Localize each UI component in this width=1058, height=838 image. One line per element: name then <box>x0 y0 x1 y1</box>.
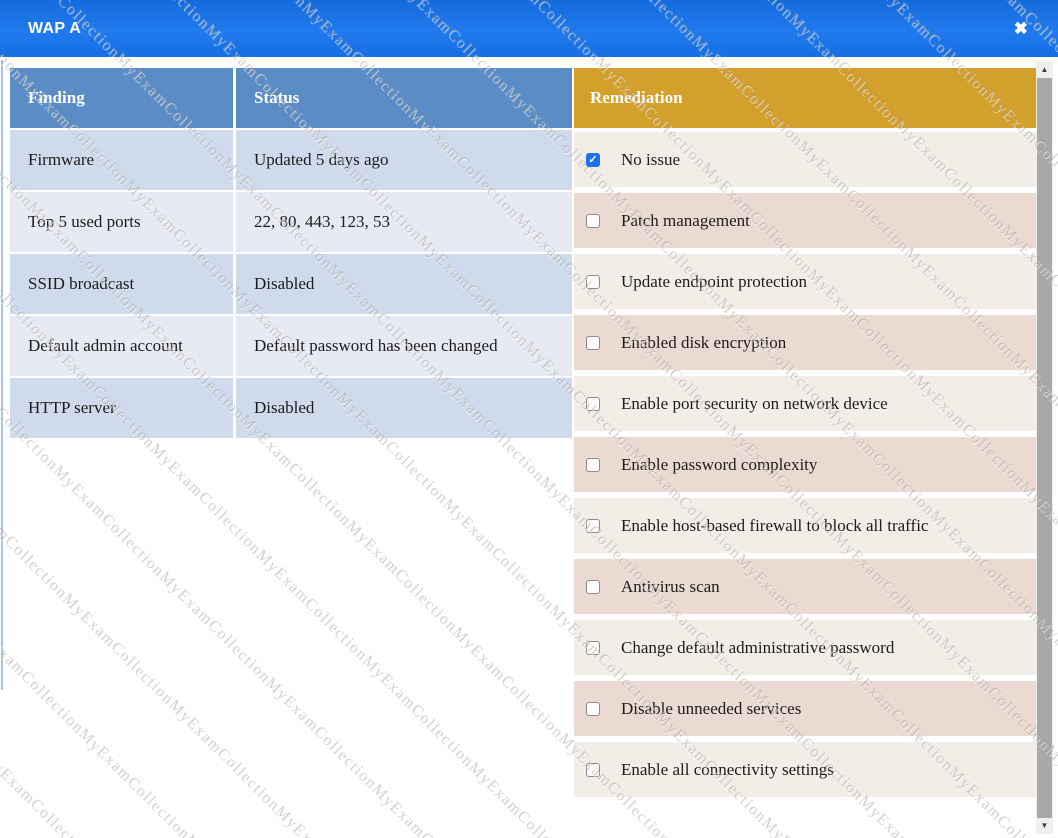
wap-dialog: WAP A ✖ Finding Status Firmware Updated … <box>0 0 1058 838</box>
remediation-label: No issue <box>621 150 680 170</box>
remediation-panel: Remediation ✓ No issue Patch management … <box>574 68 1036 803</box>
finding-row: Default admin account Default password h… <box>10 316 572 376</box>
remediation-label: Enable host-based firewall to block all … <box>621 516 928 536</box>
scroll-down-icon[interactable]: ▼ <box>1036 818 1053 834</box>
remediation-option[interactable]: Enable host-based firewall to block all … <box>574 498 1036 553</box>
remediation-label: Enabled disk encryption <box>621 333 786 353</box>
remediation-option[interactable]: Patch management <box>574 193 1036 248</box>
panel-left-border <box>1 60 3 690</box>
status-cell: Disabled <box>236 254 572 314</box>
checkbox[interactable] <box>586 336 600 350</box>
remediation-option[interactable]: Disable unneeded services <box>574 681 1036 736</box>
scrollbar-thumb[interactable] <box>1037 78 1052 818</box>
dialog-title: WAP A <box>28 20 81 38</box>
finding-cell: HTTP server <box>10 378 233 438</box>
checkbox[interactable] <box>586 214 600 228</box>
finding-cell: SSID broadcast <box>10 254 233 314</box>
checkbox[interactable] <box>586 641 600 655</box>
finding-row: HTTP server Disabled <box>10 378 572 438</box>
finding-row: SSID broadcast Disabled <box>10 254 572 314</box>
scroll-up-icon[interactable]: ▲ <box>1036 62 1053 78</box>
finding-cell: Default admin account <box>10 316 233 376</box>
finding-row: Top 5 used ports 22, 80, 443, 123, 53 <box>10 192 572 252</box>
remediation-header: Remediation <box>574 68 1036 128</box>
remediation-option[interactable]: ✓ No issue <box>574 132 1036 187</box>
remediation-option[interactable]: Update endpoint protection <box>574 254 1036 309</box>
remediation-option[interactable]: Antivirus scan <box>574 559 1036 614</box>
finding-row: Firmware Updated 5 days ago <box>10 130 572 190</box>
checkbox-checked[interactable]: ✓ <box>586 153 600 167</box>
remediation-label: Enable all connectivity settings <box>621 760 834 780</box>
finding-cell: Firmware <box>10 130 233 190</box>
remediation-option[interactable]: Enable all connectivity settings <box>574 742 1036 797</box>
status-cell: Updated 5 days ago <box>236 130 572 190</box>
status-cell: Disabled <box>236 378 572 438</box>
close-icon[interactable]: ✖ <box>1014 19 1028 39</box>
remediation-option[interactable]: Enabled disk encryption <box>574 315 1036 370</box>
remediation-label: Antivirus scan <box>621 577 720 597</box>
checkbox[interactable] <box>586 580 600 594</box>
checkbox[interactable] <box>586 275 600 289</box>
remediation-label: Change default administrative password <box>621 638 894 658</box>
checkbox[interactable] <box>586 702 600 716</box>
checkbox[interactable] <box>586 763 600 777</box>
findings-header-row: Finding Status <box>10 68 572 128</box>
status-cell: 22, 80, 443, 123, 53 <box>236 192 572 252</box>
remediation-option[interactable]: Enable port security on network device <box>574 376 1036 431</box>
dialog-titlebar: WAP A ✖ <box>0 0 1058 57</box>
checkbox[interactable] <box>586 397 600 411</box>
remediation-label: Update endpoint protection <box>621 272 807 292</box>
checkbox[interactable] <box>586 519 600 533</box>
column-header-status: Status <box>236 68 572 128</box>
column-header-finding: Finding <box>10 68 233 128</box>
remediation-label: Enable password complexity <box>621 455 817 475</box>
remediation-option[interactable]: Change default administrative password <box>574 620 1036 675</box>
remediation-label: Disable unneeded services <box>621 699 801 719</box>
finding-cell: Top 5 used ports <box>10 192 233 252</box>
remediation-option[interactable]: Enable password complexity <box>574 437 1036 492</box>
findings-table: Finding Status Firmware Updated 5 days a… <box>10 68 572 440</box>
checkbox[interactable] <box>586 458 600 472</box>
status-cell: Default password has been changed <box>236 316 572 376</box>
remediation-label: Patch management <box>621 211 750 231</box>
scrollbar[interactable]: ▲ ▼ <box>1036 62 1053 834</box>
remediation-label: Enable port security on network device <box>621 394 888 414</box>
